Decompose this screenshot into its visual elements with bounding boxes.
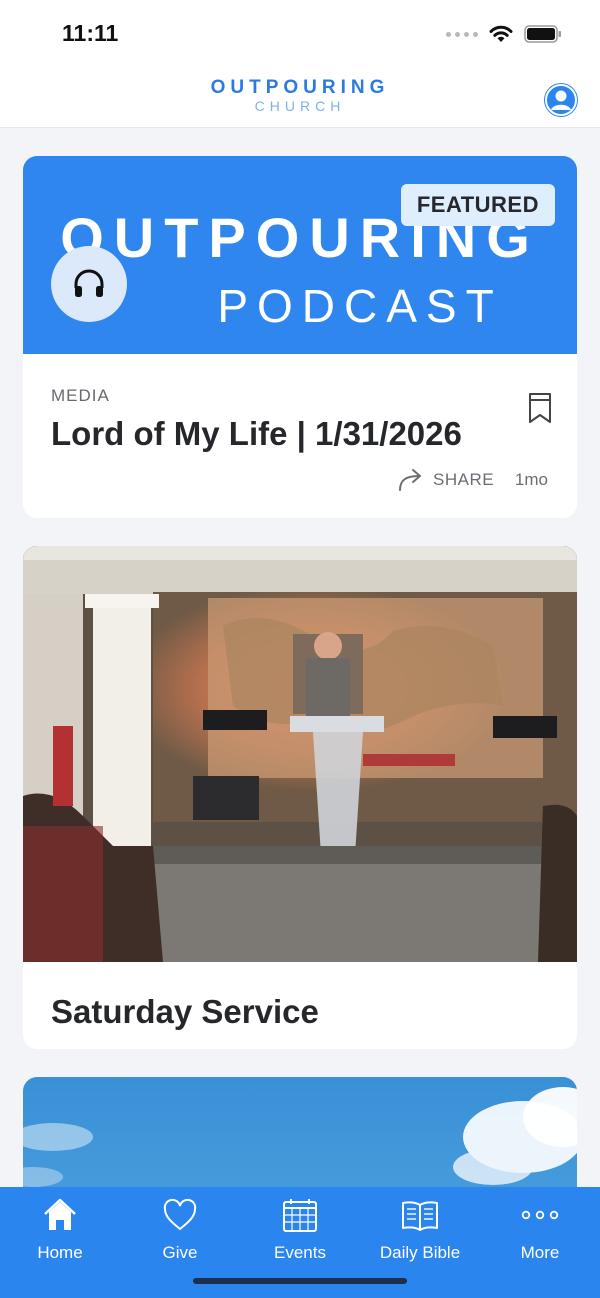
- service-photo: [23, 546, 577, 962]
- tab-home-label: Home: [37, 1243, 83, 1262]
- card-category: MEDIA: [51, 386, 110, 405]
- share-button[interactable]: SHARE: [397, 468, 494, 492]
- service-card[interactable]: Saturday Service: [23, 546, 577, 1049]
- status-icons: [446, 24, 562, 44]
- tab-more-label: More: [520, 1243, 560, 1262]
- bookmark-icon[interactable]: [527, 392, 553, 424]
- status-time: 11:11: [62, 20, 119, 46]
- calendar-icon: [283, 1199, 317, 1232]
- profile-button[interactable]: [544, 83, 578, 117]
- more-dots-icon: [521, 1210, 559, 1220]
- share-label: SHARE: [433, 470, 495, 489]
- tab-events[interactable]: Events: [240, 1187, 360, 1267]
- tab-more[interactable]: More: [480, 1187, 600, 1267]
- logo-top-text: OUTPOURING: [210, 77, 390, 98]
- share-arrow-icon: [399, 469, 421, 491]
- church-logo[interactable]: OUTPOURING CHURCH: [0, 77, 600, 115]
- service-title[interactable]: Saturday Service: [51, 990, 319, 1034]
- heart-icon: [163, 1198, 197, 1231]
- play-audio-button[interactable]: [51, 246, 127, 322]
- battery-icon: [524, 25, 561, 43]
- tab-daily-bible[interactable]: Daily Bible: [360, 1187, 480, 1267]
- home-icon: [44, 1198, 76, 1230]
- tab-daily-bible-label: Daily Bible: [379, 1243, 461, 1262]
- time-ago: 1mo: [514, 470, 548, 489]
- tab-home[interactable]: Home: [0, 1187, 120, 1267]
- tab-give-label: Give: [162, 1243, 198, 1262]
- banner-title-line-2: PODCAST: [217, 280, 503, 332]
- featured-badge: FEATURED: [400, 184, 555, 226]
- wifi-icon: [489, 25, 513, 42]
- person-icon: [545, 84, 577, 116]
- cellular-signal-icon: [446, 31, 478, 37]
- podcast-banner: OUTPOURING PODCAST FEATURED: [23, 156, 577, 354]
- status-bar: 11:11: [0, 0, 600, 66]
- app-header: OUTPOURING CHURCH: [0, 66, 600, 128]
- headphones-icon: [74, 269, 104, 297]
- book-icon: [402, 1201, 438, 1231]
- card-title[interactable]: Lord of My Life | 1/31/2026: [51, 412, 462, 456]
- logo-bottom-text: CHURCH: [254, 98, 346, 114]
- tab-events-label: Events: [274, 1243, 326, 1262]
- home-indicator[interactable]: [193, 1278, 407, 1284]
- featured-podcast-card[interactable]: OUTPOURING PODCAST FEATURED MEDIA Lord o…: [23, 156, 577, 518]
- tab-give[interactable]: Give: [120, 1187, 240, 1267]
